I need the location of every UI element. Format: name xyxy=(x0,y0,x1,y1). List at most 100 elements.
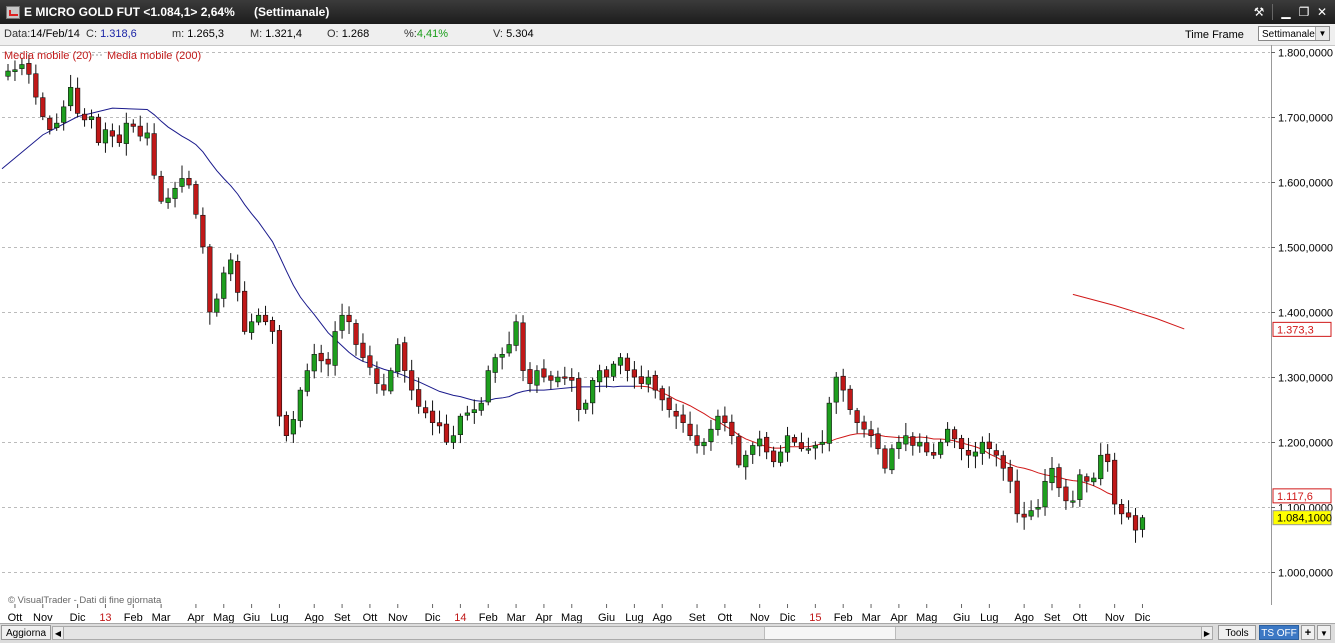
candle-up xyxy=(715,415,721,430)
candle-up xyxy=(478,402,484,411)
candle-up xyxy=(708,428,714,442)
x-tick-label: 13 xyxy=(99,612,111,623)
candle-up xyxy=(144,132,150,139)
candle-up xyxy=(917,441,923,447)
scroll-thumb[interactable] xyxy=(764,627,896,639)
candle-up xyxy=(485,370,491,403)
candle-down xyxy=(770,450,777,463)
add-icon[interactable]: + xyxy=(1301,625,1315,640)
candle-down xyxy=(1119,504,1125,515)
minimize-icon[interactable]: ▁ xyxy=(1277,3,1295,21)
candle-up xyxy=(388,370,394,392)
candle-up xyxy=(896,441,902,450)
candle-down xyxy=(207,246,213,313)
candle-up xyxy=(471,409,477,413)
scroll-left-icon[interactable]: ◀ xyxy=(52,626,64,640)
tool-icon[interactable]: ⚒ xyxy=(1250,3,1268,21)
y-tick-label: 1.300,0000 xyxy=(1278,373,1333,385)
candle-up xyxy=(833,376,839,403)
info-close-label: C: xyxy=(86,28,97,40)
info-low: m: 1.265,3 xyxy=(172,28,224,40)
candle-up xyxy=(1098,454,1104,480)
ma200-line xyxy=(1072,293,1185,330)
close-icon[interactable]: ✕ xyxy=(1313,3,1331,21)
x-tick-label: Giu xyxy=(953,612,970,623)
candle-down xyxy=(33,73,39,98)
candle-up xyxy=(221,272,227,299)
x-tick-label: Apr xyxy=(890,612,907,623)
candle-down xyxy=(791,437,798,443)
candle-up xyxy=(701,441,707,447)
candle-down xyxy=(631,369,637,378)
candle-down xyxy=(1125,512,1132,518)
candle-down xyxy=(965,450,972,456)
candle-down xyxy=(109,130,115,137)
ma-price-label: 1.373,3 xyxy=(1277,324,1314,336)
restore-icon[interactable]: ❐ xyxy=(1295,3,1313,21)
x-tick-label: Nov xyxy=(750,612,770,623)
candle-down xyxy=(1105,453,1111,463)
candle-down xyxy=(847,388,853,410)
x-tick-label: Feb xyxy=(124,612,143,623)
separator xyxy=(1272,4,1273,20)
candle-up xyxy=(179,178,185,187)
candle-up xyxy=(1028,510,1034,517)
candle-up xyxy=(1049,467,1055,484)
candle-down xyxy=(1132,515,1139,531)
candle-down xyxy=(910,436,916,446)
info-close: C: 1.318,6 xyxy=(86,28,137,40)
candle-down xyxy=(576,378,582,410)
info-date-label: Data: xyxy=(4,28,31,40)
x-tick-label: Feb xyxy=(834,612,853,623)
candle-down xyxy=(1112,459,1118,505)
candle-up xyxy=(1139,517,1146,530)
candle-down xyxy=(882,448,888,469)
update-button[interactable]: Aggiorna xyxy=(1,625,51,640)
candle-up xyxy=(819,441,825,445)
candle-up xyxy=(506,344,512,354)
ts-off-button[interactable]: TS OFF xyxy=(1259,625,1299,640)
candle-down xyxy=(416,389,422,407)
candle-down xyxy=(854,410,860,423)
chevron-down-icon[interactable]: ▼ xyxy=(1315,27,1329,40)
candle-up xyxy=(102,129,109,144)
tools-button[interactable]: Tools xyxy=(1218,625,1256,640)
candle-up xyxy=(450,435,457,443)
candle-up xyxy=(784,435,791,453)
price-chart[interactable]: 1.000,00001.100,00001.200,00001.300,0000… xyxy=(0,45,1335,623)
info-pct-label: %: xyxy=(404,28,417,40)
candle-down xyxy=(242,290,248,332)
candle-up xyxy=(750,445,756,455)
candle-down xyxy=(269,319,276,332)
x-tick-label: Lug xyxy=(270,612,288,623)
info-high-label: M: xyxy=(250,28,263,40)
horizontal-scrollbar[interactable] xyxy=(64,626,1201,640)
timeframe-select[interactable]: Settimanale ▼ xyxy=(1258,26,1330,41)
candle-down xyxy=(652,374,658,391)
candle-down xyxy=(276,330,283,417)
info-pct-value: 4,41% xyxy=(416,28,449,40)
candle-down xyxy=(736,436,742,466)
scroll-right-icon[interactable]: ▶ xyxy=(1201,626,1213,640)
candle-up xyxy=(464,412,470,416)
candle-down xyxy=(548,375,554,381)
candle-down xyxy=(798,442,805,450)
candle-down xyxy=(541,368,547,378)
x-tick-label: Mag xyxy=(213,612,234,623)
candle-down xyxy=(666,397,672,410)
candle-up xyxy=(339,314,345,331)
candle-up xyxy=(228,259,234,275)
menu-chevron-icon[interactable]: ▼ xyxy=(1317,625,1331,640)
info-close-value: 1.318,6 xyxy=(100,28,137,40)
candle-up xyxy=(297,389,303,421)
candle-up xyxy=(610,363,617,377)
candle-down xyxy=(1007,466,1013,482)
ma20-line-blue xyxy=(1,107,635,402)
candle-up xyxy=(1042,480,1048,508)
candle-up xyxy=(165,197,171,203)
legend-item: Media mobile (200) xyxy=(107,50,201,62)
info-open-label: O: xyxy=(327,28,339,40)
candle-down xyxy=(1014,480,1020,515)
candle-down xyxy=(527,369,533,384)
chart-legend: Media mobile (20) Media mobile (200) xyxy=(4,50,201,62)
